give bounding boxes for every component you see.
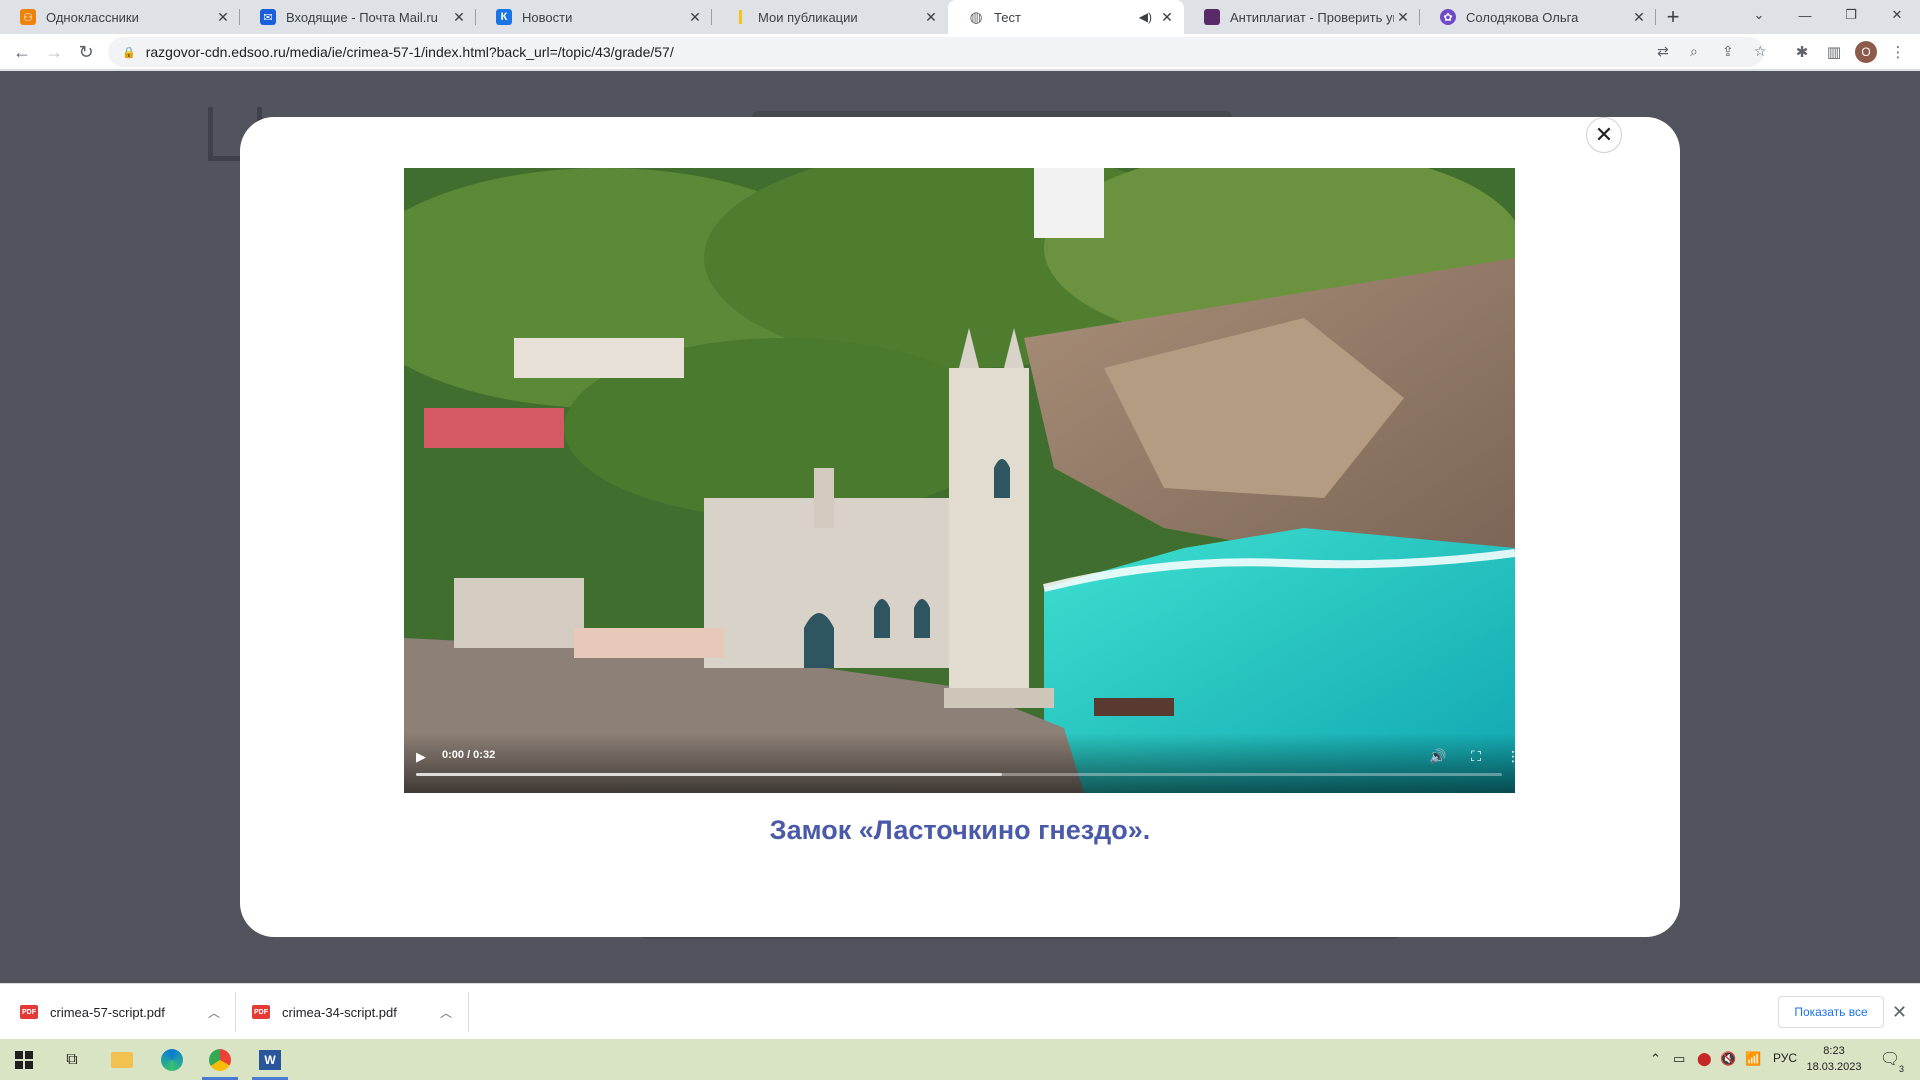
video-progress-bar[interactable] [416,773,1502,776]
video-player[interactable]: ▶ 0:00 / 0:32 🔊 ⛶ ⋮ [404,168,1515,793]
chevron-up-icon[interactable]: ︿ [440,1004,452,1021]
antiplagiat-icon [1204,9,1220,25]
mail-icon: ✉ [260,9,276,25]
video-time: 0:00 / 0:32 [442,749,496,761]
extensions-icon[interactable]: ✱ [1790,40,1814,64]
fullscreen-icon[interactable]: ⛶ [1467,747,1485,765]
language-indicator[interactable]: РУС [1773,1051,1797,1065]
tab-test[interactable]: ◍ Тест ◀) ✕ [948,0,1184,34]
modal-close-button[interactable]: ✕ [1586,117,1622,153]
tab-mail[interactable]: ✉ Входящие - Почта Mail.ru ✕ [240,0,476,34]
tab-close-icon[interactable]: ✕ [214,8,232,26]
share-icon[interactable]: ⇪ [1722,43,1734,60]
tab-solodyakova[interactable]: ✿ Солодякова Ольга ✕ [1420,0,1656,34]
download-filename: crimea-57-script.pdf [50,1004,165,1020]
media-modal: ▶ 0:00 / 0:32 🔊 ⛶ ⋮ Замок «Ласточкино гн… [240,117,1680,937]
system-clock[interactable]: 8:23 18.03.2023 [1806,1043,1862,1075]
close-window-button[interactable]: ✕ [1874,0,1920,30]
community-icon: ✿ [1440,9,1456,25]
zoom-icon[interactable]: ⌕ [1690,43,1698,60]
translate-icon[interactable]: ⇄ [1657,43,1669,60]
pdf-icon: PDF [20,1005,38,1019]
edge-icon[interactable] [148,1039,196,1080]
word-icon[interactable]: W [246,1039,294,1080]
tab-close-icon[interactable]: ✕ [922,8,940,26]
page-backdrop: ▶ 0:00 / 0:32 🔊 ⛶ ⋮ Замок «Ласточкино гн… [0,71,1920,983]
start-button[interactable] [0,1039,48,1080]
profile-avatar[interactable]: O [1855,41,1877,63]
speaker-muted-icon[interactable]: 🔇 [1720,1051,1736,1067]
more-options-icon[interactable]: ⋮ [1504,747,1515,765]
bookmark-star-icon[interactable]: ☆ [1754,43,1767,60]
video-controls: ▶ 0:00 / 0:32 🔊 ⛶ ⋮ [404,733,1515,793]
dzen-icon [732,9,748,25]
globe-icon: ◍ [969,9,983,26]
tab-antiplagiat[interactable]: Антиплагиат - Проверить уник ✕ [1184,0,1420,34]
windows-taskbar: ⧉ W ⌃ ▭ ⬤ 🔇 📶 РУС 8:23 18.03.2023 🗨 3 [0,1039,1920,1080]
video-caption: Замок «Ласточкино гнездо». [769,815,1151,845]
back-button[interactable]: ← [8,38,36,66]
tab-title: Новости [522,9,573,25]
task-view-icon[interactable]: ⧉ [48,1039,96,1080]
tab-title: Входящие - Почта Mail.ru [286,9,438,25]
new-tab-button[interactable]: + [1660,4,1686,30]
tab-odnoklassniki[interactable]: ⚇ Одноклассники ✕ [0,0,240,34]
clock-date: 18.03.2023 [1806,1061,1862,1073]
clock-time: 8:23 [1823,1045,1845,1057]
volume-icon[interactable]: 🔊 [1429,747,1447,765]
download-item[interactable]: PDF crimea-34-script.pdf ︿ [252,984,452,1040]
close-downloads-icon[interactable]: ✕ [1892,1002,1907,1023]
tab-close-icon[interactable]: ✕ [1158,8,1176,26]
tab-close-icon[interactable]: ✕ [1394,8,1412,26]
tab-title: Тест [994,9,1021,25]
tab-title: Солодякова Ольга [1466,9,1579,25]
show-all-downloads-button[interactable]: Показать все [1778,996,1884,1028]
vk-icon: К [496,9,512,25]
tab-title: Мои публикации [758,9,858,25]
download-filename: crimea-34-script.pdf [282,1004,397,1020]
downloads-bar: PDF crimea-57-script.pdf ︿ PDF crimea-34… [0,983,1920,1039]
tab-news[interactable]: К Новости ✕ [476,0,712,34]
tab-close-icon[interactable]: ✕ [450,8,468,26]
chevron-up-icon[interactable]: ︿ [208,1004,220,1021]
restore-button[interactable]: ❐ [1828,0,1874,30]
tab-title: Антиплагиат - Проверить уник [1230,9,1394,25]
tray-device-icon[interactable]: ▭ [1673,1051,1685,1067]
minimize-button[interactable]: — [1782,0,1828,30]
ok-icon: ⚇ [20,9,36,25]
menu-icon[interactable]: ⋮ [1886,40,1910,64]
tab-strip: ⚇ Одноклассники ✕ ✉ Входящие - Почта Mai… [0,0,1920,34]
audio-playing-icon[interactable]: ◀) [1139,10,1152,24]
side-panel-icon[interactable]: ▥ [1822,40,1846,64]
notification-count: 3 [1898,1064,1904,1074]
browser-toolbar: ← → ↻ 🔒 razgovor-cdn.edsoo.ru/media/ie/c… [0,34,1920,70]
network-icon[interactable]: 📶 [1745,1051,1761,1067]
chrome-icon[interactable] [196,1039,244,1080]
download-item[interactable]: PDF crimea-57-script.pdf ︿ [20,984,220,1040]
lock-icon[interactable]: 🔒 [122,46,136,59]
tab-publications[interactable]: Мои публикации ✕ [712,0,948,34]
play-icon[interactable]: ▶ [416,749,430,764]
tab-title: Одноклассники [46,9,139,25]
forward-button[interactable]: → [40,38,68,66]
tab-search-icon[interactable]: ⌄ [1736,0,1782,30]
tray-antivirus-icon[interactable]: ⬤ [1697,1051,1712,1067]
reload-button[interactable]: ↻ [72,38,100,66]
video-frame-image [404,168,1515,793]
tray-overflow-icon[interactable]: ⌃ [1650,1051,1661,1067]
address-bar[interactable]: 🔒 razgovor-cdn.edsoo.ru/media/ie/crimea-… [108,37,1764,67]
tab-close-icon[interactable]: ✕ [1630,8,1648,26]
url-text: razgovor-cdn.edsoo.ru/media/ie/crimea-57… [145,44,674,60]
pdf-icon: PDF [252,1005,270,1019]
notifications-button[interactable]: 🗨 3 [1878,1048,1904,1074]
tab-close-icon[interactable]: ✕ [686,8,704,26]
file-explorer-icon[interactable] [98,1039,146,1080]
buffered-bar [416,773,1003,776]
